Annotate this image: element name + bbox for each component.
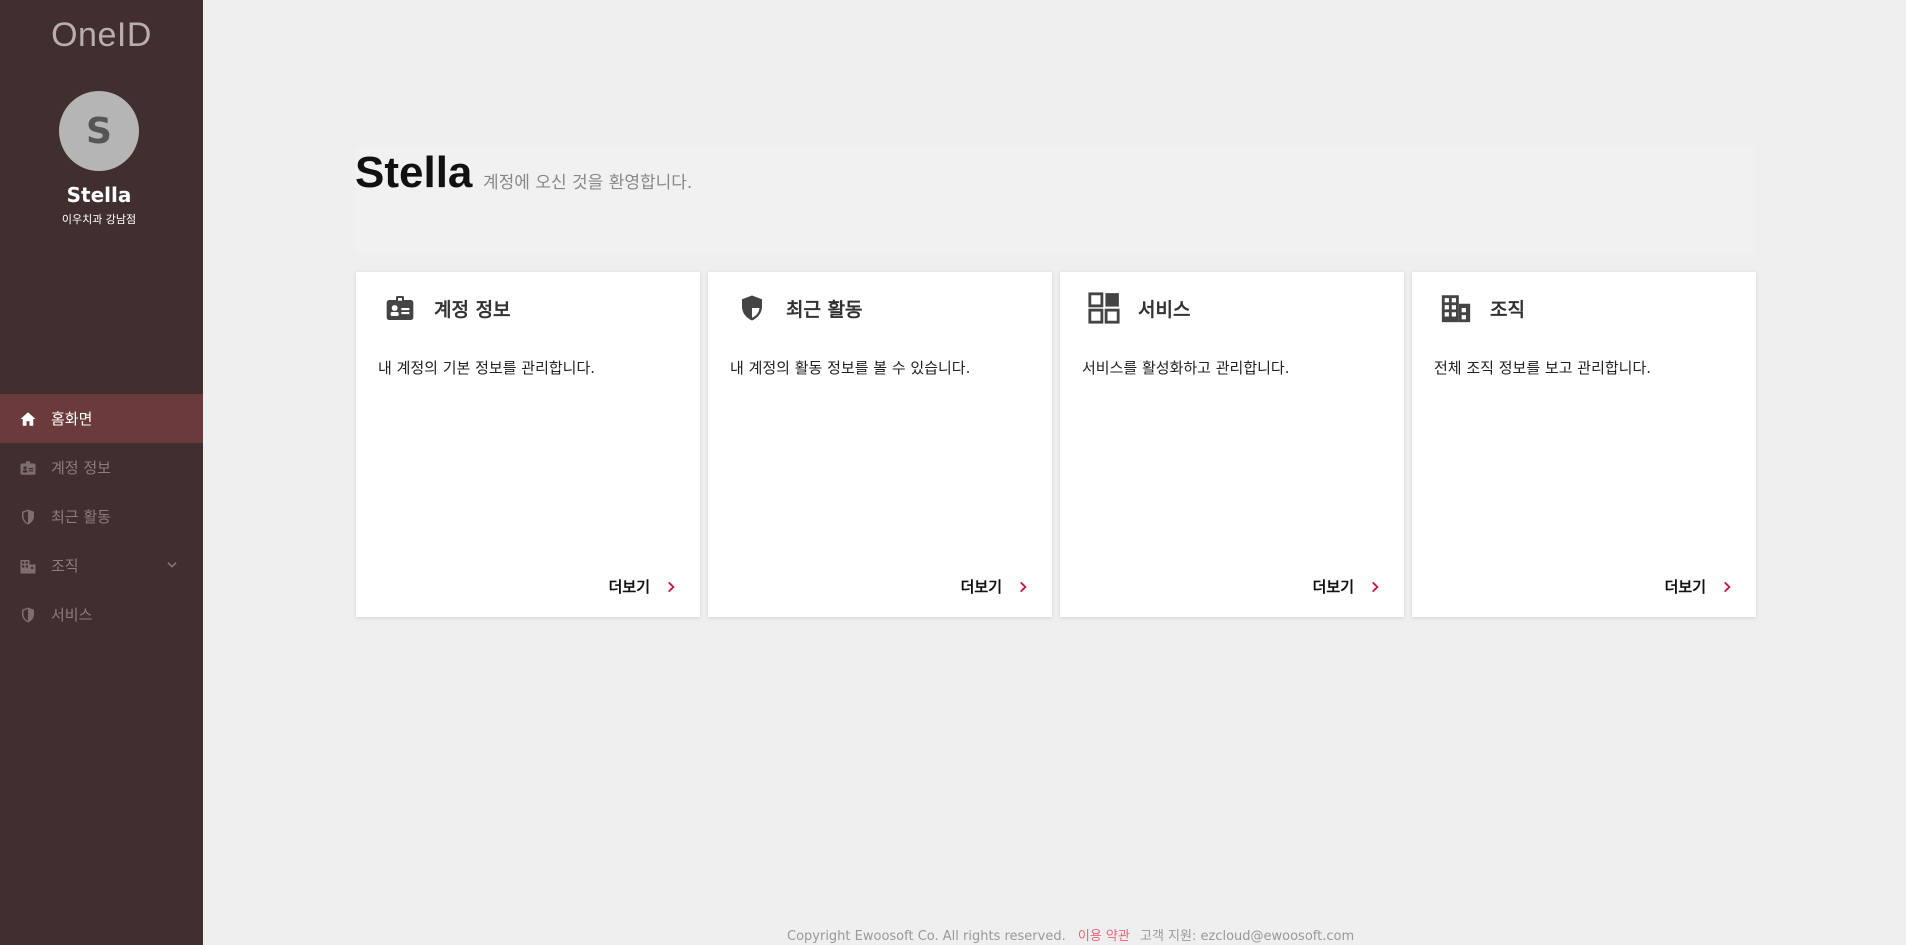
- card-header: 조직: [1438, 290, 1525, 326]
- building-icon: [18, 556, 38, 576]
- building-icon: [1438, 290, 1474, 326]
- more-label: 더보기: [608, 578, 650, 596]
- card-title: 조직: [1490, 298, 1525, 321]
- more-label: 더보기: [1664, 578, 1706, 596]
- card-description: 전체 조직 정보를 보고 관리합니다.: [1434, 359, 1652, 377]
- id-badge-icon: [18, 458, 38, 478]
- card-header: 최근 활동: [734, 290, 863, 326]
- sidebar-item-label: 조직: [51, 557, 79, 575]
- grid-icon: [1086, 290, 1122, 326]
- card-description: 내 계정의 활동 정보를 볼 수 있습니다.: [730, 359, 971, 377]
- chevron-down-icon[interactable]: [165, 558, 179, 576]
- card-recent-activity[interactable]: 최근 활동 내 계정의 활동 정보를 볼 수 있습니다. 더보기: [708, 272, 1052, 617]
- card-description: 서비스를 활성화하고 관리합니다.: [1082, 359, 1290, 377]
- sidebar-item-recent-activity[interactable]: 최근 활동: [0, 492, 203, 541]
- shield-icon: [734, 290, 770, 326]
- sidebar-item-services[interactable]: 서비스: [0, 590, 203, 639]
- support-contact: 고객 지원: ezcloud@ewoosoft.com: [1140, 929, 1355, 944]
- card-header: 계정 정보: [382, 290, 511, 326]
- user-name: Stella: [66, 183, 132, 207]
- user-org: 이우치과 강남점: [61, 213, 137, 226]
- sidebar-item-label: 계정 정보: [51, 459, 111, 477]
- copyright-text: Copyright Ewoosoft Co. All rights reserv…: [787, 929, 1066, 944]
- card-title: 서비스: [1138, 298, 1191, 321]
- welcome-message: 계정에 오신 것을 환영합니다.: [483, 173, 693, 193]
- card-title: 계정 정보: [434, 298, 511, 321]
- shield-icon: [18, 605, 38, 625]
- card-services[interactable]: 서비스 서비스를 활성화하고 관리합니다. 더보기: [1060, 272, 1404, 617]
- more-button[interactable]: 더보기: [1665, 576, 1734, 597]
- page-title: Stella: [355, 148, 473, 197]
- sidebar-nav: 홈화면 계정 정보 최근 활동 조직 서비스: [0, 394, 203, 639]
- terms-link[interactable]: 이용 약관: [1078, 929, 1130, 944]
- sidebar-item-label: 서비스: [51, 606, 93, 624]
- sidebar-item-label: 홈화면: [51, 410, 93, 428]
- chevron-right-icon: [1720, 579, 1734, 595]
- app-logo[interactable]: OneID: [0, 16, 203, 55]
- sidebar: OneID S Stella 이우치과 강남점 홈화면 계정 정보 최근 활동: [0, 0, 203, 945]
- more-button[interactable]: 더보기: [609, 576, 678, 597]
- card-account-info[interactable]: 계정 정보 내 계정의 기본 정보를 관리합니다. 더보기: [356, 272, 700, 617]
- sidebar-item-label: 최근 활동: [51, 508, 111, 526]
- id-badge-icon: [382, 290, 418, 326]
- more-label: 더보기: [1312, 578, 1354, 596]
- sidebar-item-home[interactable]: 홈화면: [0, 394, 203, 443]
- welcome-banner: Stella 계정에 오신 것을 환영합니다.: [355, 148, 1755, 253]
- more-button[interactable]: 더보기: [1313, 576, 1382, 597]
- more-label: 더보기: [960, 578, 1002, 596]
- card-description: 내 계정의 기본 정보를 관리합니다.: [378, 359, 596, 377]
- card-header: 서비스: [1086, 290, 1190, 326]
- sidebar-item-organization[interactable]: 조직: [0, 541, 203, 590]
- chevron-right-icon: [664, 579, 678, 595]
- home-icon: [18, 409, 38, 429]
- shield-icon: [18, 507, 38, 527]
- sidebar-item-account[interactable]: 계정 정보: [0, 443, 203, 492]
- card-organization[interactable]: 조직 전체 조직 정보를 보고 관리합니다. 더보기: [1412, 272, 1756, 617]
- avatar[interactable]: S: [59, 91, 139, 171]
- footer: Copyright Ewoosoft Co. All rights reserv…: [787, 925, 1354, 944]
- more-button[interactable]: 더보기: [961, 576, 1030, 597]
- chevron-right-icon: [1368, 579, 1382, 595]
- card-title: 최근 활동: [786, 298, 863, 321]
- chevron-right-icon: [1016, 579, 1030, 595]
